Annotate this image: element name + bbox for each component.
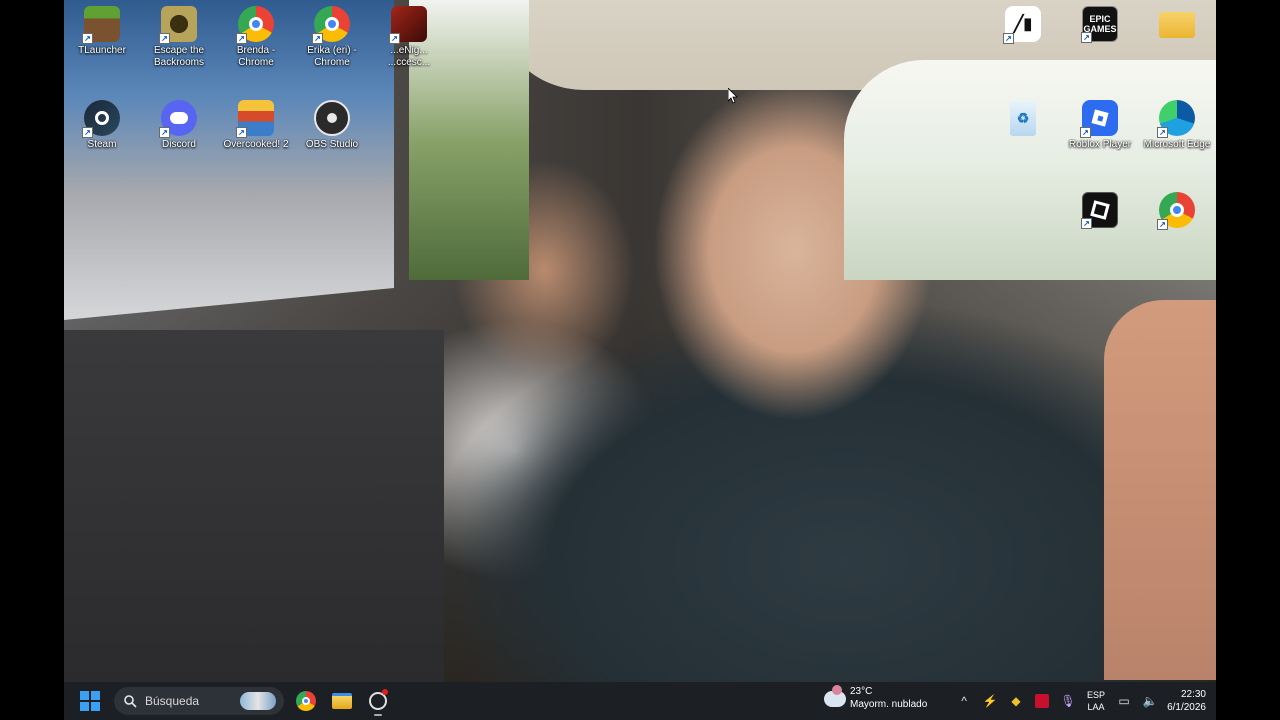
desktop-icon-label: ...eNig... ...ccesc... [387, 45, 431, 68]
roblox-studio-icon: ↗ [1081, 192, 1118, 229]
desktop-icon-label: Discord [162, 139, 196, 150]
app-shortcut-icon: ╱▮ ↗ [1003, 6, 1041, 44]
chrome-icon: ↗ [312, 6, 350, 44]
desktop-icon-discord[interactable]: ↗ Discord [141, 94, 217, 164]
system-tray: ^ ⚡ ◆ 🎙 ESP LAA ▭ 🔈 22:30 6/1/2026 [951, 682, 1216, 720]
overcooked-icon: ↗ [236, 100, 274, 138]
desktop-screen: ↗ TLauncher ↗ Escape the Backrooms ↗ Bre… [0, 0, 1280, 720]
desktop-icon-game[interactable]: ↗ ...eNig... ...ccesc... [371, 0, 447, 70]
volume-icon[interactable]: 🔈 [1139, 690, 1161, 712]
search-placeholder: Búsqueda [145, 694, 200, 708]
weather-widget[interactable]: 23°C Mayorm. nublado [824, 684, 928, 711]
tray-security-icon[interactable]: ◆ [1005, 690, 1027, 712]
desktop-icon-overcooked-2[interactable]: ↗ Overcooked! 2 [218, 94, 294, 164]
weather-temp: 23°C [850, 686, 873, 697]
folder-icon [1159, 12, 1195, 38]
desktop-icon-app-shortcut[interactable]: ╱▮ ↗ [985, 0, 1061, 70]
chrome-icon [296, 691, 316, 711]
desktop-icon-label: Roblox Player [1068, 139, 1132, 150]
taskbar-file-explorer-button[interactable] [326, 685, 358, 717]
game-icon: ↗ [389, 6, 427, 44]
desktop-icon-tlauncher[interactable]: ↗ TLauncher [64, 0, 140, 70]
desktop-icon-roblox-player[interactable]: ↗ Roblox Player [1062, 94, 1138, 164]
chrome-icon: ↗ [236, 6, 274, 44]
desktop-icon-obs-studio[interactable]: OBS Studio [294, 94, 370, 164]
search-highlight-icon [240, 692, 276, 710]
edge-icon: ↗ [1157, 100, 1195, 138]
notification-dot [382, 689, 388, 695]
desktop-icon-steam[interactable]: ↗ Steam [64, 94, 140, 164]
desktop-icon-label: Escape the Backrooms [153, 45, 205, 68]
desktop-icon-label: Steam [87, 139, 117, 150]
taskbar-search[interactable]: Búsqueda [114, 687, 284, 715]
microphone-icon[interactable]: 🎙 [1057, 690, 1079, 712]
epic-games-logo-text: EPIC GAMES [1083, 14, 1117, 34]
desktop-icon-recycle-bin[interactable]: ♻ [985, 94, 1061, 164]
weather-desc: Mayorm. nublado [850, 699, 928, 710]
weather-cloud-icon [824, 684, 846, 707]
mouse-cursor-icon [728, 88, 738, 104]
tray-app-green-icon[interactable]: ⚡ [979, 690, 1001, 712]
desktop-icon-label: OBS Studio [305, 139, 359, 150]
desktop-icon-brenda-chrome[interactable]: ↗ Brenda - Chrome [218, 0, 294, 70]
desktop-icon-label: Overcooked! 2 [223, 139, 289, 150]
taskbar: Búsqueda 23°C Mayorm. nublado ^ ⚡ ◆ 🎙 ES… [64, 682, 1216, 720]
minecraft-grass-icon: ↗ [82, 6, 120, 44]
desktop-icon-folder[interactable] [1139, 0, 1215, 70]
epic-games-icon: EPIC GAMES ↗ [1081, 6, 1118, 43]
file-explorer-icon [332, 693, 352, 709]
desktop-icon-label: Microsoft Edge [1143, 139, 1211, 150]
clock-date: 6/1/2026 [1167, 702, 1206, 713]
chrome-icon: ↗ [1157, 192, 1195, 230]
desktop-icon-label: TLauncher [78, 45, 126, 56]
language-line1: ESP [1087, 690, 1106, 700]
clock-time: 22:30 [1180, 689, 1206, 700]
tray-app-red-icon[interactable] [1031, 690, 1053, 712]
wallpaper-car-door [64, 330, 444, 682]
obs-icon [314, 100, 350, 136]
language-line2: LAA [1087, 702, 1105, 712]
network-icon[interactable]: ▭ [1113, 690, 1135, 712]
desktop-icon-label: Brenda - Chrome [236, 45, 276, 68]
taskbar-app-button[interactable] [362, 685, 394, 717]
clock[interactable]: 22:30 6/1/2026 [1167, 688, 1206, 714]
start-button[interactable] [74, 685, 106, 717]
discord-icon: ↗ [159, 100, 197, 138]
desktop-icon-erika-chrome[interactable]: ↗ Erika (eri) - Chrome [294, 0, 370, 70]
search-icon [124, 694, 137, 708]
wallpaper-seat [1104, 300, 1216, 680]
roblox-player-icon: ↗ [1080, 100, 1118, 138]
desktop-icon-label: Erika (eri) - Chrome [307, 45, 357, 68]
backrooms-icon: ↗ [159, 6, 197, 44]
desktop-icon-microsoft-edge[interactable]: ↗ Microsoft Edge [1139, 94, 1215, 164]
steam-icon: ↗ [82, 100, 120, 138]
desktop-icon-epic-games[interactable]: EPIC GAMES ↗ [1062, 0, 1138, 70]
recycle-bin-icon: ♻ [1010, 100, 1036, 136]
language-indicator[interactable]: ESP LAA [1087, 689, 1105, 713]
desktop-icon-chrome[interactable]: ↗ [1139, 186, 1215, 256]
running-indicator [374, 714, 382, 716]
desktop-icon-escape-the-backrooms[interactable]: ↗ Escape the Backrooms [141, 0, 217, 70]
show-hidden-icons-chevron-up-icon[interactable]: ^ [953, 690, 975, 712]
taskbar-chrome-button[interactable] [290, 685, 322, 717]
desktop-icon-roblox-studio[interactable]: ↗ [1062, 186, 1138, 256]
windows-logo-icon [80, 691, 100, 711]
